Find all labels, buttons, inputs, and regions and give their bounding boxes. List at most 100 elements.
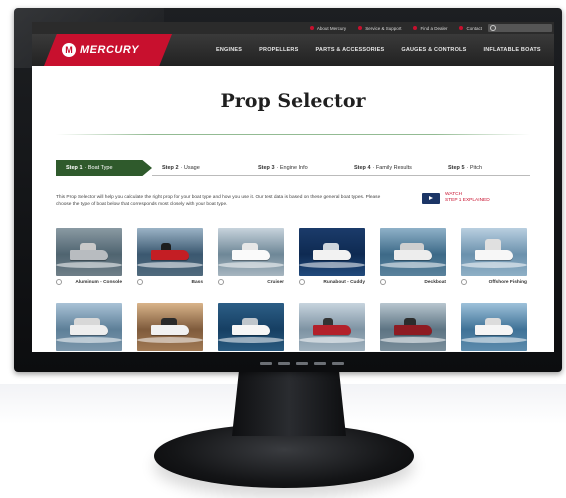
nav-item-propellers[interactable]: PROPELLERS: [259, 47, 298, 53]
boat-option[interactable]: [56, 303, 128, 352]
tab-step-5-pitch[interactable]: Step 5 · Pitch: [438, 160, 530, 176]
search-input[interactable]: [488, 24, 552, 32]
boat-option-deckboat[interactable]: Deckboat: [380, 228, 452, 285]
boat-hull-shape: [151, 250, 189, 260]
monitor-button: [332, 361, 344, 365]
util-link-dealer[interactable]: Find a Dealer: [413, 26, 447, 31]
boat-photo[interactable]: [461, 303, 527, 351]
boat-type-grid: Aluminum - Console Bass Cruiser Runabout…: [56, 228, 536, 352]
boat-label: Runabout - Cuddy: [323, 279, 365, 285]
boat-wake-shape: [299, 337, 365, 343]
monitor-buttons: [252, 356, 352, 370]
boat-photo[interactable]: [137, 303, 203, 351]
contact-icon: [459, 26, 464, 30]
boat-option[interactable]: [380, 303, 452, 352]
boat-hull-shape: [151, 325, 189, 335]
watch-line-2: STEP 1 EXPLAINED: [445, 198, 490, 203]
step-label: · Pitch: [466, 164, 483, 171]
boat-photo[interactable]: [380, 228, 446, 276]
boat-option[interactable]: [137, 303, 209, 352]
boat-photo[interactable]: [218, 303, 284, 351]
boat-hull-shape: [475, 325, 513, 335]
step-tabs: Step 1 · Boat Type Step 2 · Usage Step 3…: [56, 160, 530, 176]
page-title: Prop Selector: [220, 90, 366, 112]
step-label: · Family Results: [372, 164, 412, 171]
boat-option-offshore-fishing[interactable]: Offshore Fishing: [461, 228, 533, 285]
step-number: Step 4: [354, 164, 371, 171]
mercury-logo[interactable]: M MERCURY: [44, 34, 172, 66]
util-link-contact[interactable]: Contact: [459, 26, 482, 31]
boat-caption: Runabout - Cuddy: [299, 279, 371, 285]
boat-photo[interactable]: [461, 228, 527, 276]
util-link-label: Service & Support: [365, 25, 402, 31]
util-link-service[interactable]: Service & Support: [358, 26, 401, 31]
tab-step-3-engine-info[interactable]: Step 3 · Engine Info: [248, 160, 344, 176]
video-play-icon: [422, 192, 440, 204]
watch-video-link[interactable]: WATCH STEP 1 EXPLAINED: [422, 192, 490, 204]
boat-photo[interactable]: [137, 228, 203, 276]
boat-hull-shape: [475, 250, 513, 260]
boat-hull-shape: [70, 250, 108, 260]
boat-option[interactable]: [218, 303, 290, 352]
boat-caption: Offshore Fishing: [461, 279, 533, 285]
boat-label: Aluminum - Console: [75, 279, 122, 285]
tab-step-4-family-results[interactable]: Step 4 · Family Results: [344, 160, 438, 176]
boat-photo[interactable]: [299, 228, 365, 276]
step-number: Step 2: [162, 164, 179, 171]
boat-hull-shape: [394, 250, 432, 260]
boat-option-bass[interactable]: Bass: [137, 228, 209, 285]
nav-item-gauges-controls[interactable]: GAUGES & CONTROLS: [401, 47, 466, 53]
boat-option-runabout-cuddy[interactable]: Runabout - Cuddy: [299, 228, 371, 285]
boat-wake-shape: [380, 337, 446, 343]
photo-stage: About Mercury Service & Support Find a D…: [0, 0, 566, 498]
nav-item-engines[interactable]: ENGINES: [216, 47, 242, 53]
boat-option-aluminum-console[interactable]: Aluminum - Console: [56, 228, 128, 285]
boat-label: Deckboat: [424, 279, 446, 285]
boat-caption: Bass: [137, 279, 209, 285]
dealer-pin-icon: [413, 26, 418, 30]
boat-photo[interactable]: [380, 303, 446, 351]
boat-caption: Cruiser: [218, 279, 290, 285]
boat-wake-shape: [299, 262, 365, 268]
tab-step-2-usage[interactable]: Step 2 · Usage: [152, 160, 248, 176]
step-label: · Engine Info: [276, 164, 308, 171]
boat-photo[interactable]: [299, 303, 365, 351]
search-icon: [490, 25, 496, 31]
boat-hull-shape: [313, 250, 351, 260]
about-icon: [309, 26, 314, 30]
boat-photo[interactable]: [56, 228, 122, 276]
nav-item-parts-accessories[interactable]: PARTS & ACCESSORIES: [315, 47, 384, 53]
boat-wake-shape: [137, 337, 203, 343]
boat-wake-shape: [461, 262, 527, 268]
boat-wake-shape: [56, 337, 122, 343]
boat-hull-shape: [232, 250, 270, 260]
nav-items: ENGINES PROPELLERS PARTS & ACCESSORIES G…: [216, 34, 541, 66]
watch-line-1: WATCH: [445, 192, 463, 197]
step-number: Step 5: [448, 164, 465, 171]
boat-option[interactable]: [461, 303, 533, 352]
title-divider: [56, 134, 530, 135]
boat-option-cruiser[interactable]: Cruiser: [218, 228, 290, 285]
boat-hull-shape: [313, 325, 351, 335]
boat-photo[interactable]: [56, 303, 122, 351]
boat-wake-shape: [380, 262, 446, 268]
brand-name: MERCURY: [80, 44, 139, 56]
boat-caption: Deckboat: [380, 279, 452, 285]
boat-option[interactable]: [299, 303, 371, 352]
monitor-button: [278, 361, 290, 365]
util-link-label: Contact: [466, 25, 482, 31]
tab-step-1-boat-type[interactable]: Step 1 · Boat Type: [56, 160, 152, 176]
monitor-stand-neck: [232, 372, 346, 436]
boat-caption: Aluminum - Console: [56, 279, 128, 285]
step-label: · Usage: [180, 164, 200, 171]
boat-hull-shape: [70, 325, 108, 335]
util-link-about[interactable]: About Mercury: [309, 26, 346, 31]
mercury-emblem-icon: M: [62, 43, 76, 57]
boat-wake-shape: [461, 337, 527, 343]
intro-text: This Prop Selector will help you calcula…: [56, 195, 381, 207]
nav-item-inflatable-boats[interactable]: INFLATABLE BOATS: [483, 47, 540, 53]
watch-label: WATCH STEP 1 EXPLAINED: [445, 192, 490, 204]
boat-photo[interactable]: [218, 228, 284, 276]
boat-label: Cruiser: [267, 279, 284, 285]
boat-wake-shape: [218, 262, 284, 268]
